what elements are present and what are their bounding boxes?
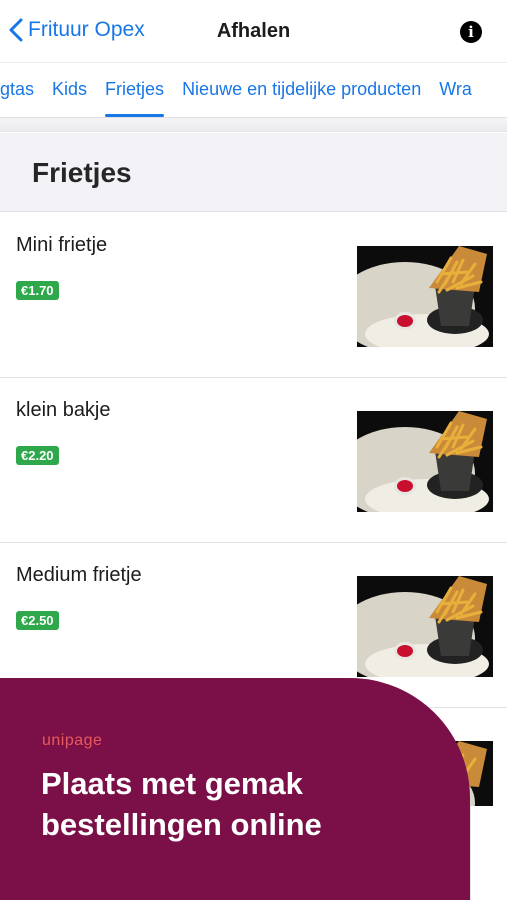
unipage-logo: unipage bbox=[42, 732, 103, 749]
product-image bbox=[357, 576, 493, 677]
section-header: Frietjes bbox=[0, 133, 507, 212]
category-tabs: gtas Kids Frietjes Nieuwe en tijdelijke … bbox=[0, 62, 507, 118]
info-icon[interactable]: i bbox=[460, 21, 482, 43]
product-image bbox=[357, 411, 493, 512]
tab-gtas[interactable]: gtas bbox=[0, 63, 43, 117]
price-badge: €1.70 bbox=[16, 281, 59, 300]
page-title: Afhalen bbox=[216, 20, 291, 42]
banner-headline: Plaats met gemak bestellingen online bbox=[41, 763, 441, 845]
product-name: klein bakje bbox=[16, 399, 111, 421]
tab-nieuwe-producten[interactable]: Nieuwe en tijdelijke producten bbox=[173, 63, 430, 117]
price-badge: €2.50 bbox=[16, 611, 59, 630]
tab-frietjes[interactable]: Frietjes bbox=[96, 63, 173, 117]
banner-headline-line1: Plaats met gemak bbox=[41, 766, 303, 801]
next-item-card bbox=[470, 806, 507, 900]
navigation-bar: Frituur Opex Afhalen i bbox=[0, 0, 507, 62]
price-badge: €2.20 bbox=[16, 446, 59, 465]
product-row[interactable]: klein bakje €2.20 bbox=[0, 378, 507, 543]
banner-headline-line2: bestellingen online bbox=[41, 807, 322, 842]
tab-wra[interactable]: Wra bbox=[430, 63, 481, 117]
product-name: Mini frietje bbox=[16, 234, 108, 256]
product-row[interactable]: Mini frietje €1.70 bbox=[0, 213, 507, 378]
divider bbox=[0, 118, 507, 132]
tab-kids[interactable]: Kids bbox=[43, 63, 96, 117]
product-image bbox=[357, 246, 493, 347]
promo-banner[interactable]: unipage Plaats met gemak bestellingen on… bbox=[0, 678, 470, 900]
product-name: Medium frietje bbox=[16, 564, 142, 586]
section-title: Frietjes bbox=[32, 157, 132, 188]
